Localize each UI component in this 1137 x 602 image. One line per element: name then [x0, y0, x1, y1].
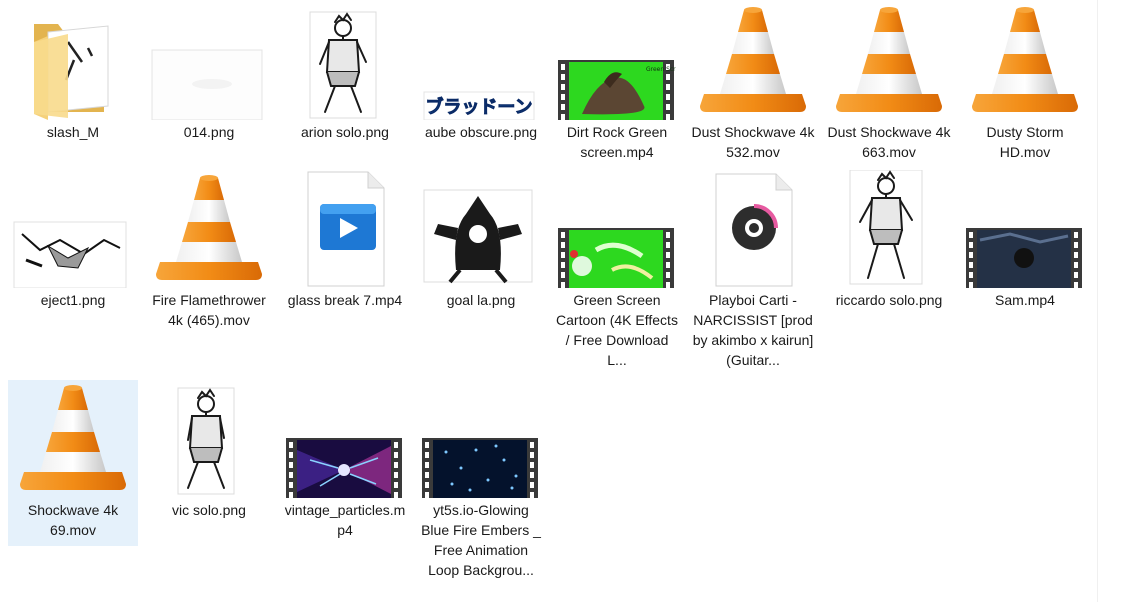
file-item[interactable]: vic solo.png: [144, 380, 274, 580]
file-name-label: glass break 7.mp4: [287, 292, 403, 308]
file-thumbnail: Green Scr: [552, 2, 682, 122]
file-item[interactable]: vintage_particles.mp4: [280, 380, 410, 580]
file-item[interactable]: Playboi Carti - NARCISSIST [prod by akim…: [688, 170, 818, 370]
logo-thumbnail: ブラッドーン: [423, 91, 535, 121]
file-thumbnail: [144, 170, 274, 288]
vlc-cone-icon: [700, 7, 806, 112]
file-thumbnail: [960, 170, 1090, 290]
vlc-cone-icon: [20, 385, 126, 490]
media-player-file-icon: [307, 171, 385, 287]
file-thumbnail: [280, 2, 410, 120]
file-item[interactable]: riccardo solo.png: [824, 169, 954, 370]
file-name-label: slash_M: [46, 124, 100, 140]
file-thumbnail: [144, 380, 274, 498]
file-name-label: arion solo.png: [301, 124, 389, 140]
file-name-label: aube obscure.png: [424, 124, 538, 140]
video-thumbnail: Green Scr: [558, 60, 676, 122]
character-sketch-thumbnail: [309, 11, 377, 119]
file-name-label: Sam.mp4: [995, 292, 1055, 308]
file-thumbnail: [960, 2, 1090, 120]
file-thumbnail: [688, 170, 818, 288]
file-name-label: Dust Shockwave 4k 663.mov: [827, 124, 951, 160]
file-thumbnail: ブラッドーン: [416, 2, 546, 121]
file-name-label: vic solo.png: [172, 502, 246, 518]
image-thumbnail: [151, 49, 263, 121]
file-thumbnail: [280, 170, 410, 288]
file-thumbnail: [824, 2, 954, 120]
scrollbar-track[interactable]: [1097, 0, 1137, 602]
file-name-label: yt5s.io-Glowing Blue Fire Embers _ Free …: [421, 502, 541, 578]
file-name-label: Green Screen Cartoon (4K Effects / Free …: [556, 292, 678, 368]
file-item[interactable]: yt5s.io-Glowing Blue Fire Embers _ Free …: [416, 380, 546, 580]
file-item[interactable]: Fire Flamethrower 4k (465).mov: [144, 170, 274, 370]
file-name-label: goal la.png: [446, 292, 516, 308]
file-item[interactable]: eject1.png: [8, 170, 138, 370]
file-thumbnail: [144, 2, 274, 121]
character-sketch-thumbnail: [849, 169, 923, 285]
svg-text:ブラッドーン: ブラッドーン: [425, 96, 532, 118]
file-name-label: vintage_particles.mp4: [284, 502, 406, 538]
file-thumbnail: [280, 380, 410, 500]
file-name-label: Playboi Carti - NARCISSIST [prod by akim…: [692, 292, 814, 368]
file-item[interactable]: Green Screen Cartoon (4K Effects / Free …: [552, 170, 682, 370]
image-thumbnail: [13, 221, 127, 289]
video-thumbnail: [966, 228, 1082, 290]
file-name-label: Dust Shockwave 4k 532.mov: [691, 124, 815, 160]
file-item[interactable]: Sam.mp4: [960, 170, 1090, 370]
vlc-cone-icon: [972, 7, 1078, 112]
file-thumbnail: [8, 170, 138, 289]
file-name-label: Dirt Rock Green screen.mp4: [566, 124, 668, 160]
video-thumbnail: [286, 438, 402, 500]
folder-icon: [34, 24, 109, 120]
file-item[interactable]: glass break 7.mp4: [280, 170, 410, 370]
file-name-label: Fire Flamethrower 4k (465).mov: [152, 292, 266, 328]
file-name-label: Dusty Storm HD.mov: [986, 124, 1064, 160]
file-name-label: 014.png: [183, 124, 235, 140]
audio-file-icon: [715, 173, 793, 287]
file-thumbnail: [416, 380, 546, 500]
file-thumbnail: [552, 170, 682, 290]
file-item[interactable]: Shockwave 4k 69.mov: [8, 380, 138, 546]
vlc-cone-icon: [836, 7, 942, 112]
file-name-label: eject1.png: [40, 292, 106, 308]
file-thumbnail: [824, 169, 954, 288]
file-grid: slash_M 014.png arion solo.png ブラッドーン au…: [0, 0, 1097, 602]
file-thumbnail: [416, 170, 546, 288]
character-sketch-thumbnail: [177, 387, 235, 495]
file-item[interactable]: goal la.png: [416, 170, 546, 370]
file-thumbnail: [8, 2, 138, 120]
vlc-cone-icon: [156, 175, 262, 280]
file-name-label: Shockwave 4k 69.mov: [27, 502, 119, 538]
file-name-label: riccardo solo.png: [835, 292, 943, 308]
svg-text:Green Scr: Green Scr: [646, 66, 676, 73]
file-thumbnail: [688, 2, 818, 120]
video-thumbnail: [558, 228, 674, 290]
file-thumbnail: [8, 380, 138, 498]
video-thumbnail: [422, 438, 538, 500]
image-thumbnail: [423, 189, 533, 284]
